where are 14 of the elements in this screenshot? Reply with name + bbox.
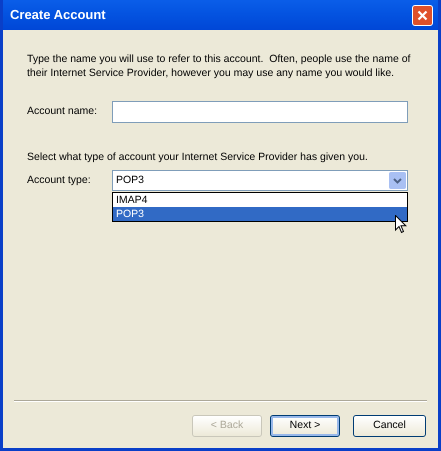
close-button[interactable] (412, 4, 433, 26)
dropdown-option[interactable]: IMAP4 (113, 193, 407, 207)
dropdown-value: POP3 (116, 172, 144, 188)
dropdown-option[interactable]: POP3 (113, 207, 407, 221)
account-type-dropdown[interactable]: POP3 (112, 170, 408, 191)
field-label: Account name: (27, 104, 98, 120)
close-icon (417, 10, 428, 20)
account-name-field[interactable] (112, 101, 408, 123)
next-button[interactable]: Next > (270, 415, 340, 437)
instruction-text: Select what type of account your Internet Service Provider has given you. (27, 150, 369, 164)
window-title: Create Account (9, 6, 106, 24)
field-label: Account type: (27, 172, 92, 188)
instruction-text: Type the name you will use to refer to this account. Often, people use the name of their Internet Service Provider, however you may use any name you would like. (27, 52, 412, 80)
cancel-button[interactable]: Cancel (353, 415, 426, 437)
